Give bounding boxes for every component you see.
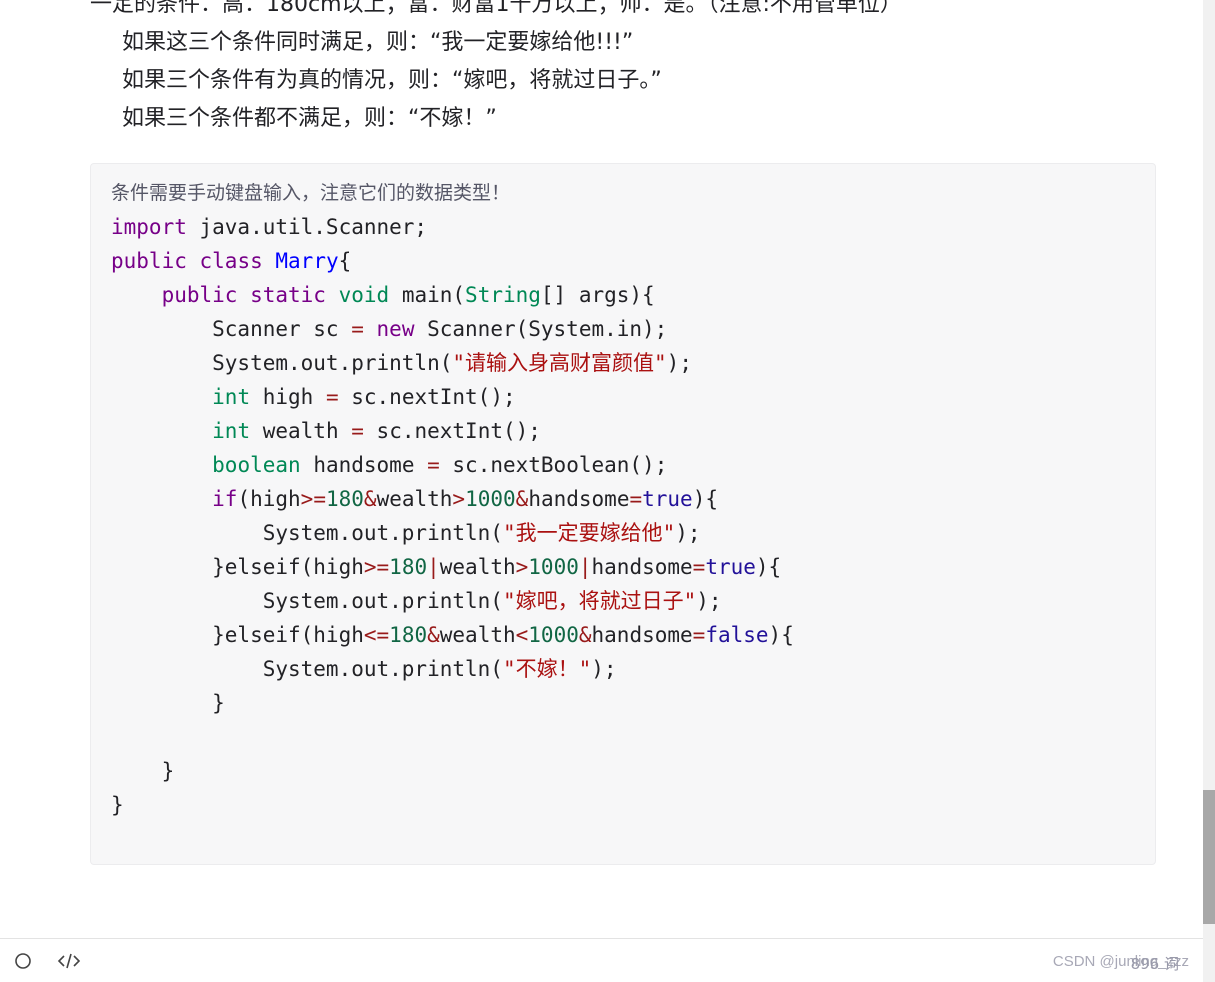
code-line: System.out.println("嫁吧，将就过日子");: [111, 589, 722, 613]
code-comment: 条件需要手动键盘输入，注意它们的数据类型！: [111, 182, 511, 204]
circle-icon[interactable]: [13, 951, 33, 971]
code-line: public static void main(String[] args){: [161, 283, 655, 307]
code-line: int wealth = sc.nextInt();: [212, 419, 541, 443]
scrollbar-thumb[interactable]: [1203, 790, 1215, 924]
editor-footer: 896 词 CSDN @junling_zzz: [0, 938, 1203, 982]
code-string: "嫁吧，将就过日子": [502, 589, 697, 613]
code-line: public class Marry{: [111, 249, 352, 273]
code-string: "请输入身高财富颜值": [452, 351, 667, 375]
code-line: boolean handsome = sc.nextBoolean();: [212, 453, 668, 477]
intro-rule-all: 如果这三个条件同时满足，则：“我一定要嫁给他!!!”: [122, 30, 634, 55]
code-line: }: [111, 793, 124, 817]
intro-conditions: 一定的条件：高：180cm以上；富：财富1千万以上；帅：是。（注意:不用管单位）: [90, 0, 902, 17]
code-icon[interactable]: [57, 951, 81, 971]
code-line: System.out.println("请输入身高财富颜值");: [111, 351, 692, 375]
code-line: System.out.println("我一定要嫁给他");: [111, 521, 701, 545]
code-line: import java.util.Scanner;: [111, 215, 428, 239]
code-string: "不嫁！": [502, 657, 592, 681]
code-line: }: [111, 759, 175, 783]
code-line: }: [111, 691, 225, 715]
csdn-watermark: CSDN @junling_zzz: [1052, 953, 1189, 970]
code-block[interactable]: 条件需要手动键盘输入，注意它们的数据类型！ import java.util.S…: [90, 163, 1156, 865]
problem-description: 一定的条件：高：180cm以上；富：财富1千万以上；帅：是。（注意:不用管单位）…: [90, 0, 1190, 138]
code-line: System.out.println("不嫁！");: [111, 657, 617, 681]
code-line: }elseif(high<=180&wealth<1000&handsome=f…: [111, 623, 794, 647]
code-line: if(high>=180&wealth>1000&handsome=true){: [212, 487, 718, 511]
code-line: }elseif(high>=180|wealth>1000|handsome=t…: [111, 555, 782, 579]
code-line: int high = sc.nextInt();: [212, 385, 516, 409]
intro-rule-none: 如果三个条件都不满足，则：“不嫁！”: [122, 106, 497, 131]
code-line: Scanner sc = new Scanner(System.in);: [111, 317, 668, 341]
code-string: "我一定要嫁给他": [502, 521, 676, 545]
intro-rule-some: 如果三个条件有为真的情况，则：“嫁吧，将就过日子。”: [122, 68, 662, 93]
